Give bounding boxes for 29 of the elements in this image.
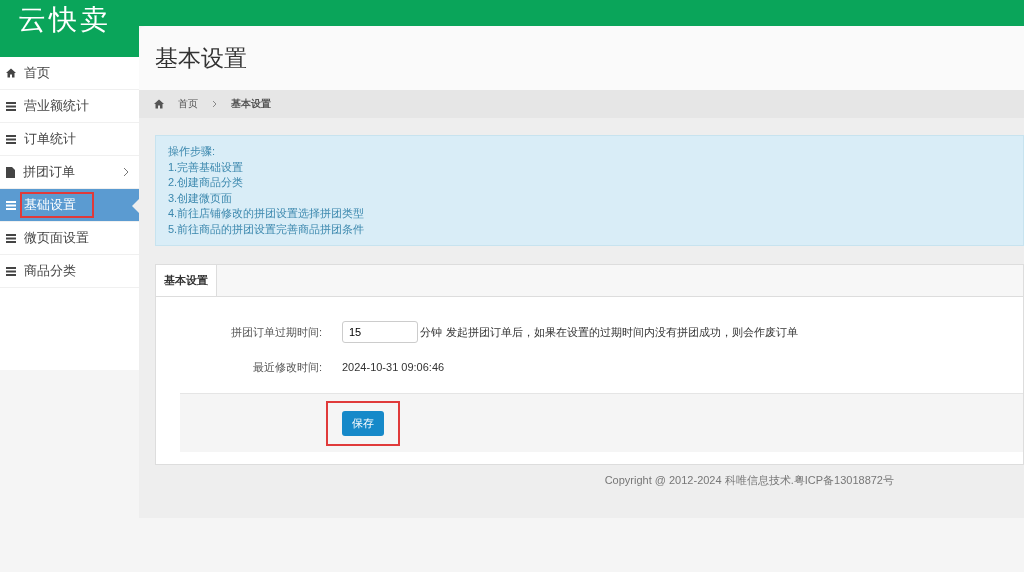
field-label: 拼团订单过期时间:	[229, 324, 322, 340]
breadcrumb-item: 基本设置	[231, 97, 271, 111]
list-icon	[6, 200, 16, 210]
chevron-icon	[212, 100, 217, 108]
home-icon	[6, 68, 16, 78]
page-title: 基本设置	[155, 43, 247, 73]
field-label: 最近修改时间:	[251, 359, 322, 375]
tab[interactable]: 基本设置	[156, 265, 217, 296]
file-icon	[6, 166, 15, 178]
list-icon	[6, 233, 16, 243]
save-button[interactable]: 保存	[342, 410, 384, 436]
input-field[interactable]: 15	[342, 321, 418, 343]
list-icon	[6, 101, 16, 111]
notice-step: 3.创建微页面	[168, 190, 1011, 206]
copyright-text: Copyright @ 2012-2024 科唯信息技术.粤ICP备13018872号	[604, 474, 894, 486]
notice-step: 4.前往店铺修改的拼团设置选择拼团类型	[168, 206, 1011, 222]
notice-step: 2.创建商品分类	[168, 175, 1011, 191]
field-value: 2024-10-31 09:06:46	[342, 361, 445, 373]
field-hint: 发起拼团订单后，如果在设置的过期时间内没有拼团成功，则会作废订单	[446, 324, 798, 340]
breadcrumb-item[interactable]: 首页	[178, 97, 198, 111]
list-icon	[6, 134, 16, 144]
notice-step: 5.前往商品的拼团设置完善商品拼团条件	[168, 221, 1011, 237]
list-icon	[6, 266, 16, 276]
notice-title: 操作步骤:	[168, 144, 217, 159]
logo: 云快卖	[18, 4, 111, 36]
notice-step: 1.完善基础设置	[168, 159, 1011, 175]
highlight-frame: 基础设置	[20, 192, 94, 218]
unit-label: 分钟	[420, 324, 442, 340]
home-icon	[154, 99, 164, 109]
